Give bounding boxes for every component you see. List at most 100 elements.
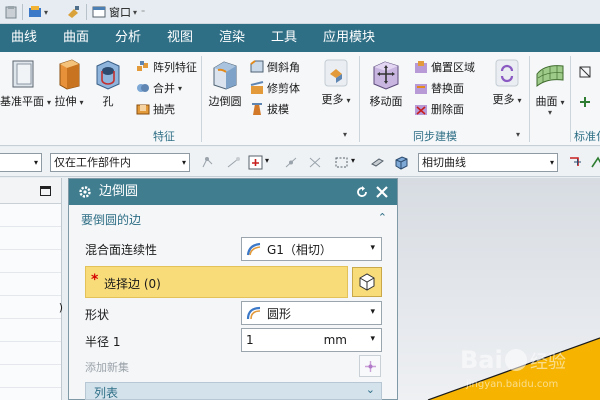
hole-icon xyxy=(96,60,120,90)
midpoint-icon[interactable] xyxy=(284,155,299,170)
pattern-feature-button[interactable]: 阵列特征 xyxy=(136,57,197,77)
more-icon xyxy=(324,59,348,87)
tab-view[interactable]: 视图 xyxy=(167,24,193,52)
surface-icon xyxy=(536,65,564,88)
replace-face-button[interactable]: 替换面 xyxy=(414,78,464,98)
more-sync-button[interactable]: 更多 ▾ xyxy=(490,58,524,107)
list-item[interactable] xyxy=(0,250,61,273)
standard-icon-2[interactable] xyxy=(578,92,595,112)
maximize-icon[interactable] xyxy=(40,186,51,196)
stop-at-intersection-icon[interactable] xyxy=(568,155,583,170)
dialog-title-bar: 边倒圆 xyxy=(69,179,397,205)
edge-blend-dialog: 边倒圆 要倒圆的边 ⌃ 混合面连续性 G1（相切） ▾ * 选择边 (0) 形状 xyxy=(68,178,398,400)
chevron-down-icon[interactable]: ▾ xyxy=(351,156,355,165)
required-star: * xyxy=(91,272,99,288)
selection-scope-dropdown[interactable]: 仅在工作部件内 ▾ xyxy=(50,153,190,172)
radius-value: 1 xyxy=(246,333,254,347)
datum-plane-button[interactable]: 基准平面 ▾ xyxy=(0,58,52,109)
section-edges-header[interactable]: 要倒圆的边 ⌃ xyxy=(81,211,391,231)
list-item[interactable] xyxy=(0,342,61,365)
customize-icon[interactable]: ⁼ xyxy=(141,8,145,17)
move-face-label: 移动面 xyxy=(369,95,403,108)
chamfer-button[interactable]: 倒斜角 xyxy=(250,57,300,77)
navigator-header xyxy=(0,178,61,204)
hole-button[interactable]: 孔 xyxy=(94,58,122,109)
continuity-value: G1（相切） xyxy=(267,242,332,257)
list-item[interactable] xyxy=(0,204,61,227)
baidu-watermark: Bai 经验 jingyan.baidu.com xyxy=(460,346,566,390)
body-select-icon[interactable] xyxy=(394,155,409,170)
collapse-up-icon[interactable]: ⌃ xyxy=(378,211,387,224)
chevron-down-icon[interactable]: ▾ xyxy=(343,130,347,139)
window-menu-label: 窗口 xyxy=(109,6,131,19)
offset-region-button[interactable]: 偏置区域 xyxy=(414,57,475,77)
chevron-down-icon[interactable]: ▾ xyxy=(133,8,137,17)
intersection-icon[interactable] xyxy=(308,155,323,170)
gear-icon[interactable] xyxy=(78,185,92,199)
chevron-down-icon[interactable]: ▾ xyxy=(44,8,48,17)
touch-mode-icon[interactable] xyxy=(66,0,80,24)
selection-bar: ▾ 仅在工作部件内 ▾ ▾ ▾ 相切曲线 ▾ xyxy=(0,147,600,177)
move-face-icon xyxy=(373,61,399,90)
chevron-down-icon[interactable]: ▾ xyxy=(548,108,552,117)
draft-button[interactable]: 拔模 xyxy=(250,99,289,119)
continuity-g1-icon xyxy=(246,242,261,256)
list-item[interactable]: ) xyxy=(0,296,63,319)
list-item[interactable] xyxy=(0,227,61,250)
hole-label: 孔 xyxy=(102,95,114,108)
paste-icon[interactable] xyxy=(4,0,18,24)
chevron-down-icon[interactable]: ▾ xyxy=(370,334,375,344)
type-filter-dropdown[interactable]: ▾ xyxy=(0,153,42,172)
list-section-header[interactable]: 列表 ⌄ xyxy=(85,382,382,400)
close-icon[interactable] xyxy=(375,185,389,199)
tab-analysis[interactable]: 分析 xyxy=(115,24,141,52)
graphics-window[interactable]: Bai 经验 jingyan.baidu.com xyxy=(398,178,600,400)
rectangle-select-icon[interactable] xyxy=(334,155,349,170)
tab-render[interactable]: 渲染 xyxy=(219,24,245,52)
radius-input[interactable]: 1 mm ▾ xyxy=(241,328,382,352)
datum-plane-label: 基准平面 ▾ xyxy=(0,95,52,108)
add-set-icon xyxy=(365,361,376,372)
sync-modeling-group-label: 同步建模 xyxy=(413,130,457,143)
tab-surface[interactable]: 曲面 xyxy=(63,24,89,52)
dialog-title: 边倒圆 xyxy=(99,184,139,199)
curve-rule-dropdown[interactable]: 相切曲线 ▾ xyxy=(418,153,558,172)
chevron-down-icon[interactable]: ▾ xyxy=(516,130,520,139)
list-item[interactable] xyxy=(0,319,61,342)
list-item[interactable] xyxy=(0,273,61,296)
shell-button[interactable]: 抽壳 xyxy=(136,99,175,119)
menu-bar: 曲线 曲面 分析 视图 渲染 工具 应用模块 xyxy=(0,24,600,52)
chamfer-icon xyxy=(250,60,264,73)
tab-application[interactable]: 应用模块 xyxy=(323,24,375,52)
trim-body-button[interactable]: 修剪体 xyxy=(250,78,300,98)
edge-blend-button[interactable]: 边倒圆 xyxy=(204,58,246,109)
chevron-down-icon[interactable]: ▾ xyxy=(265,156,269,165)
tab-curve[interactable]: 曲线 xyxy=(11,24,37,52)
list-item[interactable] xyxy=(0,365,61,388)
more-feature-button[interactable]: 更多 ▾ xyxy=(318,58,354,107)
reset-icon[interactable] xyxy=(355,185,369,199)
add-new-set-button[interactable] xyxy=(359,355,381,377)
unite-button[interactable]: 合并 ▾ xyxy=(136,78,182,98)
standard-icon-1[interactable] xyxy=(578,62,595,82)
end-point-icon[interactable] xyxy=(226,155,241,170)
continuity-dropdown[interactable]: G1（相切） ▾ xyxy=(241,237,382,261)
snap-point-icon[interactable] xyxy=(200,155,215,170)
face-select-icon[interactable] xyxy=(370,155,385,170)
radius-label: 半径 1 xyxy=(85,335,121,349)
extrude-button[interactable]: 拉伸 ▾ xyxy=(52,58,86,109)
expand-down-icon[interactable]: ⌄ xyxy=(366,383,375,396)
shape-dropdown[interactable]: 圆形 ▾ xyxy=(241,301,382,325)
move-face-button[interactable]: 移动面 xyxy=(366,58,406,109)
select-edge-button[interactable] xyxy=(352,267,382,297)
surface-button[interactable]: 曲面 ▾ xyxy=(532,58,568,109)
follow-fillet-icon[interactable] xyxy=(590,155,600,170)
delete-face-button[interactable]: 删除面 xyxy=(414,99,464,119)
select-point-icon[interactable] xyxy=(248,155,263,170)
commands-finder-icon[interactable]: ▾ xyxy=(28,0,48,24)
select-edge-row[interactable]: * 选择边 (0) xyxy=(85,266,348,298)
window-menu[interactable]: 窗口 ▾ ⁼ xyxy=(92,0,145,24)
watermark-brand2: 经验 xyxy=(530,352,566,373)
tab-tools[interactable]: 工具 xyxy=(271,24,297,52)
watermark-brand: Bai xyxy=(460,346,503,374)
